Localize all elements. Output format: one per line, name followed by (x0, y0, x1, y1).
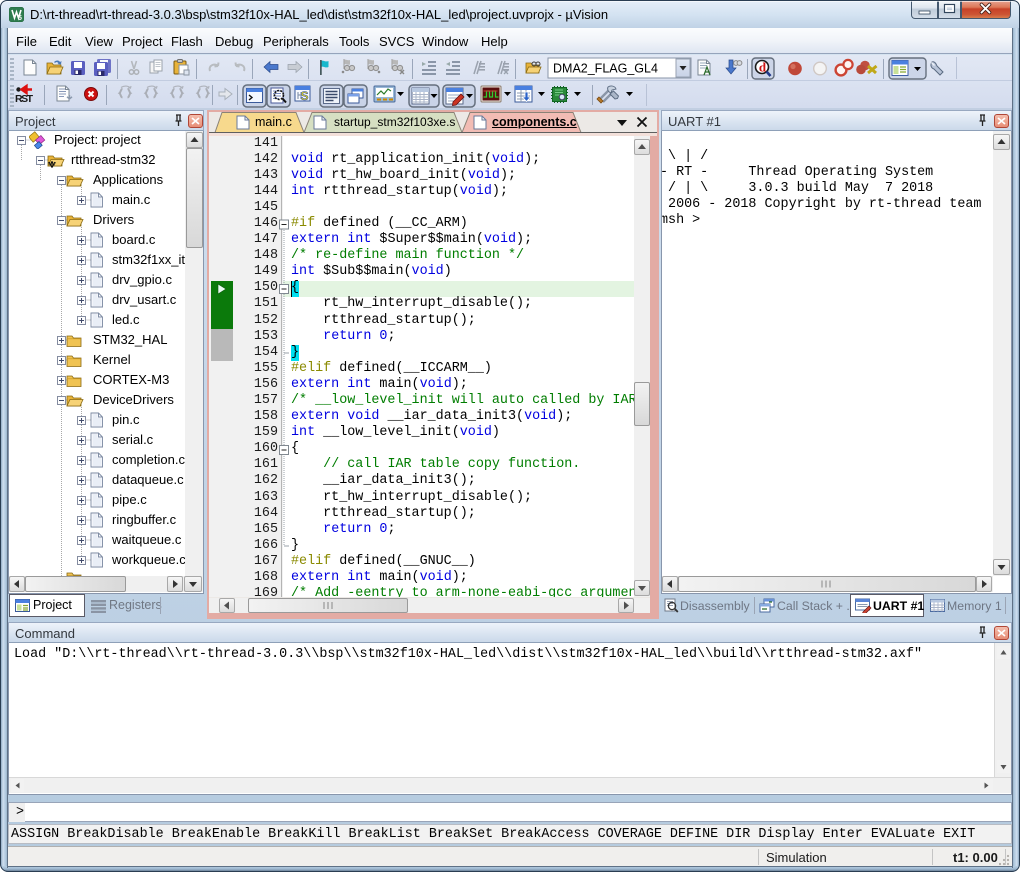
svg-text:RST: RST (15, 93, 34, 105)
svg-text:5: 5 (18, 15, 22, 22)
svg-text:DMA2_FLAG_GL4: DMA2_FLAG_GL4 (553, 62, 658, 76)
svg-text:S: S (300, 89, 308, 103)
